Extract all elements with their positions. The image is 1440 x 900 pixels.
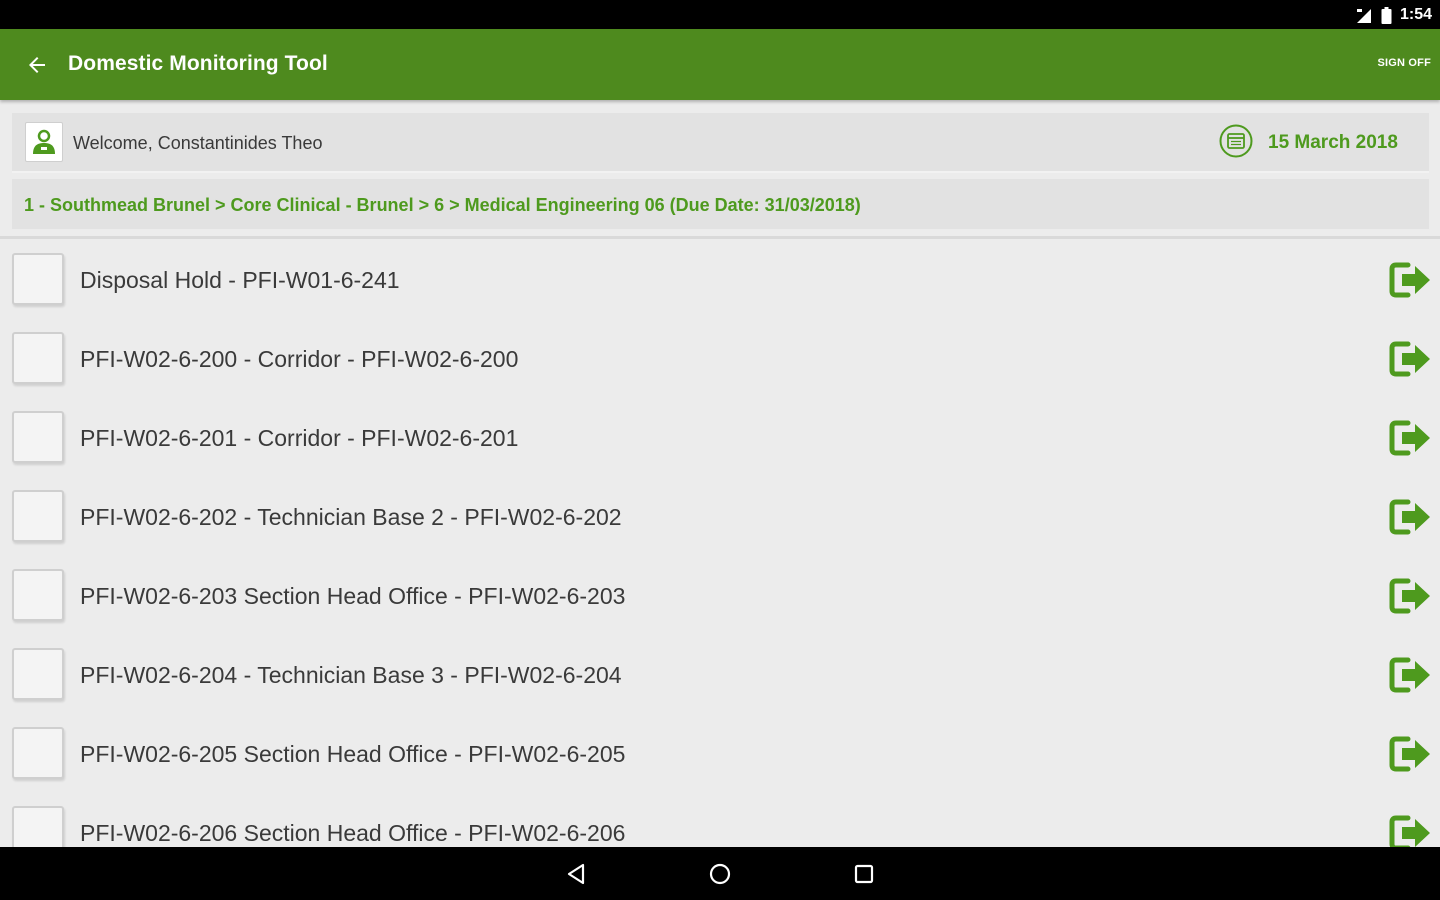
exit-arrow-icon[interactable] [1388, 655, 1434, 695]
user-icon [33, 129, 55, 154]
sign-off-button[interactable]: SIGN OFF [1377, 57, 1431, 69]
item-checkbox[interactable] [12, 253, 64, 305]
status-time: 1:54 [1399, 6, 1432, 23]
breadcrumb: 1 - Southmead Brunel > Core Clinical - B… [12, 179, 1429, 229]
back-button[interactable] [22, 50, 52, 80]
list-item[interactable]: PFI-W02-6-205 Section Head Office - PFI-… [0, 714, 1440, 793]
item-label: PFI-W02-6-205 Section Head Office - PFI-… [80, 741, 626, 767]
exit-arrow-icon[interactable] [1388, 497, 1434, 537]
item-checkbox[interactable] [12, 332, 64, 384]
home-circle-icon[interactable] [707, 861, 733, 887]
status-bar: 1:54 [0, 0, 1440, 29]
battery-icon [1381, 6, 1392, 24]
divider [0, 236, 1440, 239]
item-label: PFI-W02-6-204 - Technician Base 3 - PFI-… [80, 662, 622, 688]
exit-arrow-icon[interactable] [1388, 418, 1434, 458]
item-checkbox[interactable] [12, 490, 64, 542]
status-icons: 1:54 [1355, 5, 1432, 25]
item-label: PFI-W02-6-201 - Corridor - PFI-W02-6-201 [80, 425, 519, 451]
exit-arrow-icon[interactable] [1388, 260, 1434, 300]
item-label: PFI-W02-6-202 - Technician Base 2 - PFI-… [80, 504, 622, 530]
item-checkbox[interactable] [12, 411, 64, 463]
item-label: PFI-W02-6-206 Section Head Office - PFI-… [80, 820, 626, 846]
avatar [25, 122, 63, 162]
back-triangle-icon[interactable] [563, 861, 589, 887]
item-checkbox[interactable] [12, 727, 64, 779]
list-item[interactable]: PFI-W02-6-202 - Technician Base 2 - PFI-… [0, 477, 1440, 556]
arrow-left-icon [29, 57, 45, 73]
current-date[interactable]: 15 March 2018 [1268, 132, 1398, 154]
item-label: PFI-W02-6-200 - Corridor - PFI-W02-6-200 [80, 346, 519, 372]
item-checkbox[interactable] [12, 806, 64, 847]
app-bar: Domestic Monitoring Tool SIGN OFF [0, 29, 1440, 100]
signal-icon [1356, 9, 1371, 23]
location-list: Disposal Hold - PFI-W01-6-241 PFI-W02-6-… [0, 240, 1440, 847]
item-label: Disposal Hold - PFI-W01-6-241 [80, 267, 400, 293]
list-item[interactable]: PFI-W02-6-204 - Technician Base 3 - PFI-… [0, 635, 1440, 714]
welcome-bar: Welcome, Constantinides Theo 15 March 20… [12, 113, 1429, 173]
calendar-icon[interactable] [1219, 124, 1253, 158]
navigation-bar [0, 847, 1440, 900]
item-checkbox[interactable] [12, 569, 64, 621]
list-item[interactable]: PFI-W02-6-203 Section Head Office - PFI-… [0, 556, 1440, 635]
recents-square-icon[interactable] [851, 861, 877, 887]
list-item[interactable]: PFI-W02-6-201 - Corridor - PFI-W02-6-201 [0, 398, 1440, 477]
list-item[interactable]: PFI-W02-6-206 Section Head Office - PFI-… [0, 793, 1440, 847]
welcome-text: Welcome, Constantinides Theo [73, 133, 323, 153]
page-title: Domestic Monitoring Tool [68, 52, 328, 75]
exit-arrow-icon[interactable] [1388, 734, 1434, 774]
item-label: PFI-W02-6-203 Section Head Office - PFI-… [80, 583, 626, 609]
breadcrumb-text: 1 - Southmead Brunel > Core Clinical - B… [24, 195, 861, 215]
exit-arrow-icon[interactable] [1388, 576, 1434, 616]
list-item[interactable]: Disposal Hold - PFI-W01-6-241 [0, 240, 1440, 319]
item-checkbox[interactable] [12, 648, 64, 700]
exit-arrow-icon[interactable] [1388, 813, 1434, 847]
list-item[interactable]: PFI-W02-6-200 - Corridor - PFI-W02-6-200 [0, 319, 1440, 398]
exit-arrow-icon[interactable] [1388, 339, 1434, 379]
